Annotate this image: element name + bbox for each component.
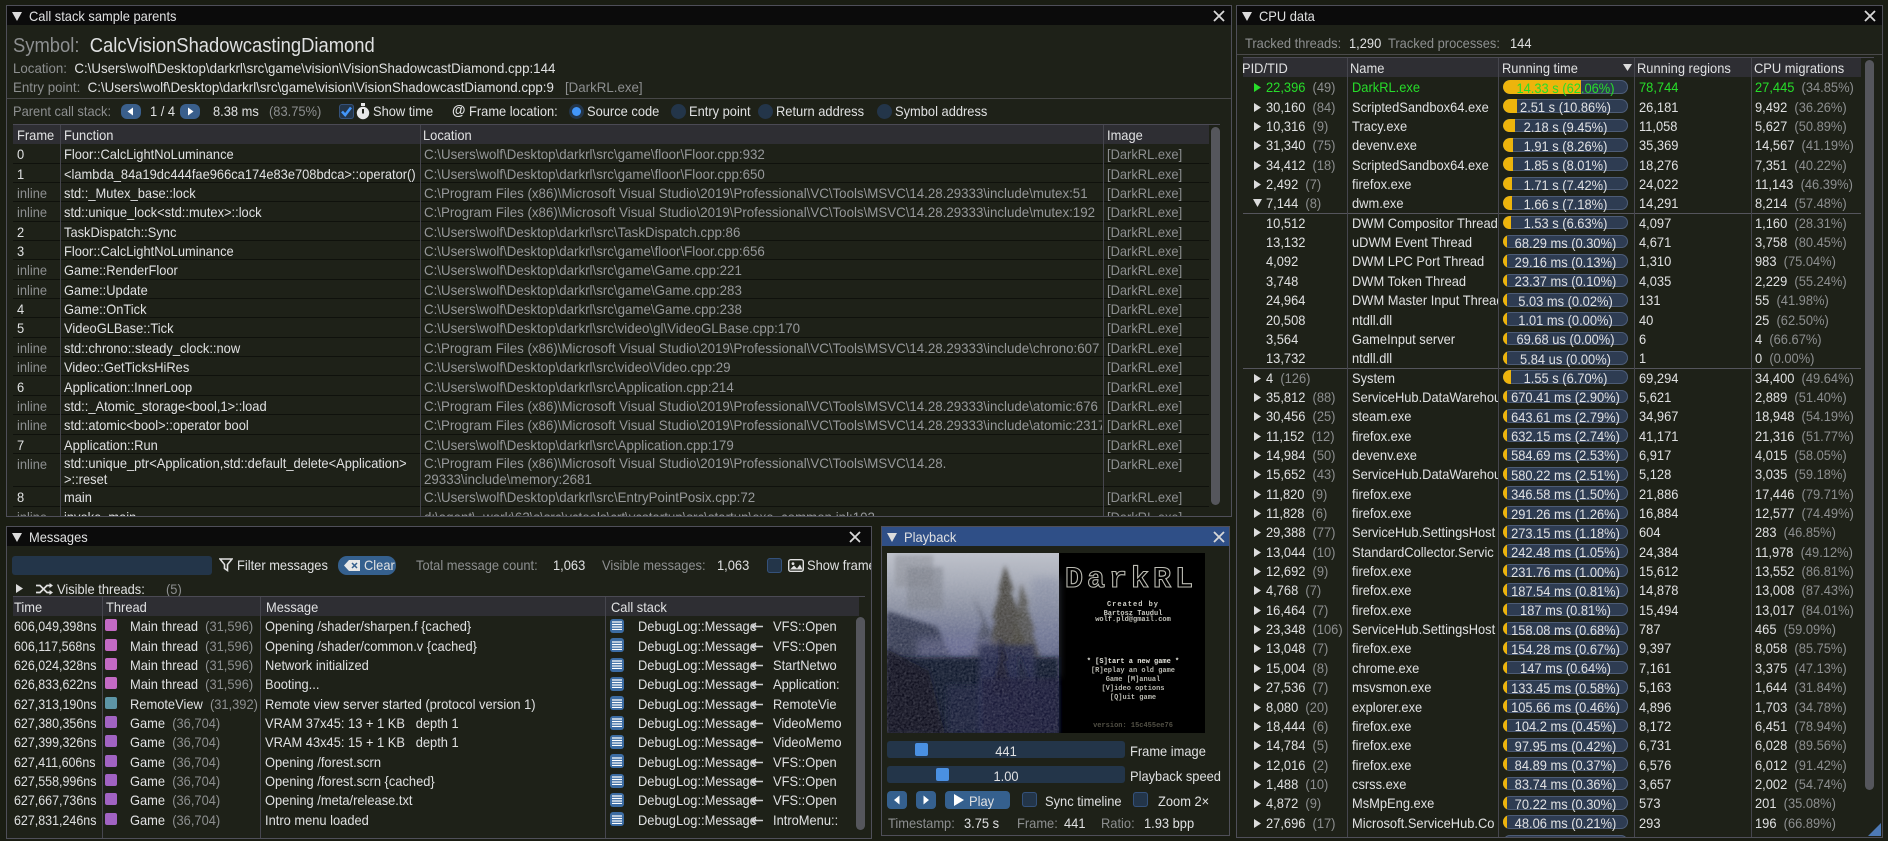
svg-text:[V]ideo options: [V]ideo options: [1101, 685, 1164, 693]
svg-text:* [S]tart a new game *: * [S]tart a new game *: [1087, 658, 1179, 666]
svg-text:[Q]uit game: [Q]uit game: [1110, 694, 1156, 702]
svg-text:wolf.pld@gmail.com: wolf.pld@gmail.com: [1095, 616, 1171, 624]
svg-text:Game [M]anual: Game [M]anual: [1106, 676, 1161, 684]
svg-text:version: 15c455ee76: version: 15c455ee76: [1093, 722, 1173, 730]
svg-text:[R]eplay an old game: [R]eplay an old game: [1091, 667, 1175, 675]
svg-text:DarkRL: DarkRL: [1065, 563, 1197, 597]
svg-text:Created by: Created by: [1107, 601, 1159, 609]
